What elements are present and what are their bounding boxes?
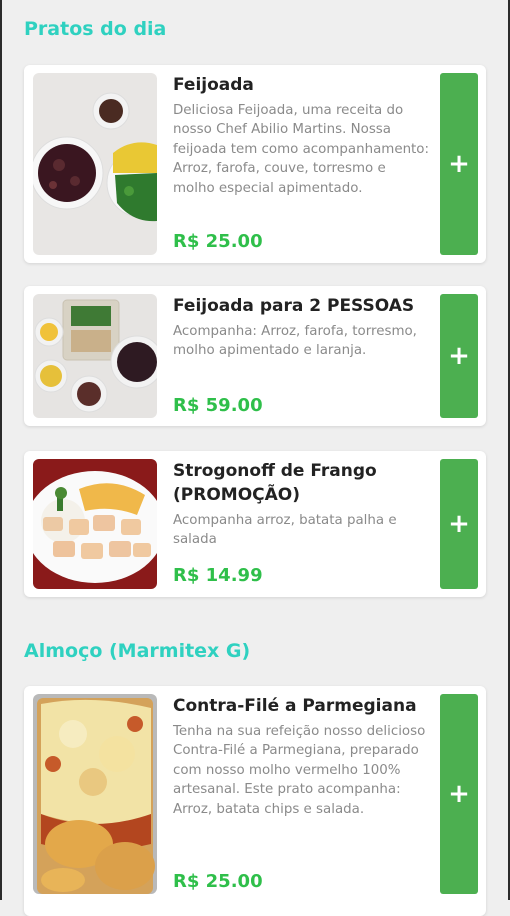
section-title-almoco-marmitex-g: Almoço (Marmitex G) bbox=[24, 640, 251, 662]
add-to-cart-button[interactable]: + bbox=[440, 694, 478, 894]
plus-icon: + bbox=[448, 341, 470, 371]
frame-border-left bbox=[0, 0, 2, 900]
product-name: Contra-Filé a Parmegiana bbox=[173, 696, 417, 716]
product-info-feijoada-2-pessoas: Feijoada para 2 PESSOAS Acompanha: Arroz… bbox=[173, 294, 429, 361]
product-info-feijoada: Feijoada Deliciosa Feijoada, uma receita… bbox=[173, 73, 429, 198]
product-description: Acompanha arroz, batata palha e salada bbox=[173, 513, 397, 548]
product-price: R$ 14.99 bbox=[173, 565, 263, 586]
product-price: R$ 25.00 bbox=[173, 871, 263, 892]
plus-icon: + bbox=[448, 509, 470, 539]
plus-icon: + bbox=[448, 149, 470, 179]
product-image-contra-file-parmegiana[interactable] bbox=[33, 694, 157, 894]
product-image-feijoada-2-pessoas[interactable] bbox=[33, 294, 157, 418]
product-image-feijoada[interactable] bbox=[33, 73, 157, 255]
product-name: Feijoada bbox=[173, 75, 254, 95]
plus-icon: + bbox=[448, 779, 470, 809]
product-price: R$ 25.00 bbox=[173, 231, 263, 252]
product-image-strogonoff[interactable] bbox=[33, 459, 157, 589]
product-info-contra-file-parmegiana: Contra-Filé a Parmegiana Tenha na sua re… bbox=[173, 694, 429, 819]
product-name: Strogonoff de Frango (PROMOÇÃO) bbox=[173, 461, 377, 505]
product-info-strogonoff: Strogonoff de Frango (PROMOÇÃO) Acompanh… bbox=[173, 459, 429, 550]
product-price: R$ 59.00 bbox=[173, 395, 263, 416]
product-card-strogonoff: Strogonoff de Frango (PROMOÇÃO) Acompanh… bbox=[24, 451, 486, 597]
product-card-feijoada: Feijoada Deliciosa Feijoada, uma receita… bbox=[24, 65, 486, 263]
product-description: Acompanha: Arroz, farofa, torresmo, molh… bbox=[173, 324, 417, 359]
product-card-feijoada-2-pessoas: Feijoada para 2 PESSOAS Acompanha: Arroz… bbox=[24, 286, 486, 426]
add-to-cart-button[interactable]: + bbox=[440, 73, 478, 255]
product-description: Tenha na sua refeição nosso delicioso Co… bbox=[173, 724, 426, 817]
add-to-cart-button[interactable]: + bbox=[440, 459, 478, 589]
product-description: Deliciosa Feijoada, uma receita do nosso… bbox=[173, 103, 430, 196]
product-card-contra-file-parmegiana: Contra-Filé a Parmegiana Tenha na sua re… bbox=[24, 686, 486, 916]
product-name: Feijoada para 2 PESSOAS bbox=[173, 296, 415, 316]
section-title-pratos-do-dia: Pratos do dia bbox=[24, 18, 167, 40]
add-to-cart-button[interactable]: + bbox=[440, 294, 478, 418]
